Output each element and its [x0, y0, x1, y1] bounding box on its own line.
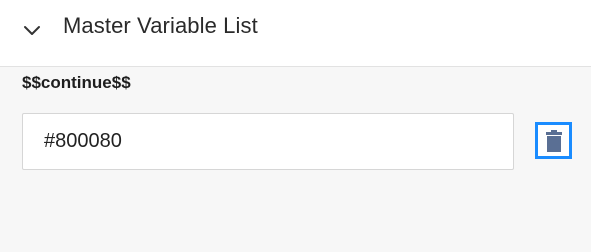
section-title: Master Variable List — [63, 13, 258, 38]
delete-variable-button[interactable] — [535, 122, 572, 159]
variable-name-label: $$continue$$ — [22, 73, 131, 92]
master-variable-list-header[interactable]: Master Variable List — [0, 0, 591, 67]
variable-value-input[interactable] — [22, 113, 514, 170]
chevron-down-icon[interactable] — [22, 20, 42, 40]
trash-icon — [544, 129, 564, 153]
